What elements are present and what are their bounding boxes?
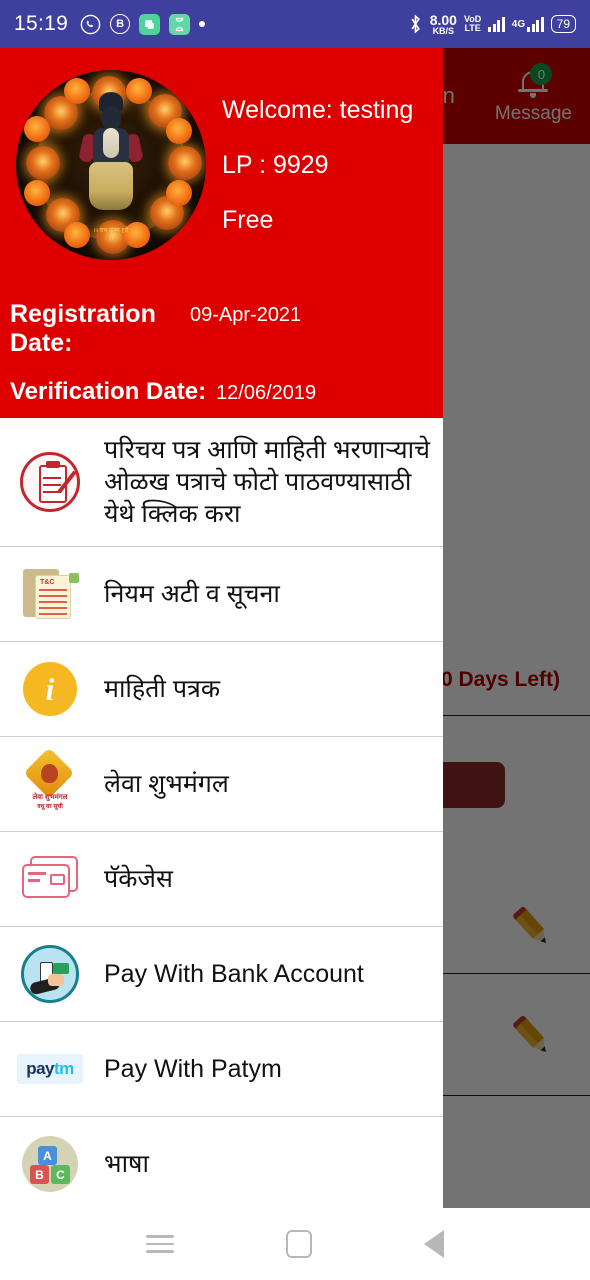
logo-text-2: वधू वर सूची [37, 804, 63, 810]
logo-text-1: लेवा शुभमंगल [32, 794, 68, 801]
credit-card-icon [14, 848, 86, 910]
info-icon-glyph: i [23, 662, 77, 716]
drawer-item-label: Pay With Bank Account [104, 960, 364, 988]
status-bar-notification-icons: B [80, 13, 206, 35]
b-letter: B [116, 18, 125, 30]
dot-icon [199, 21, 206, 27]
volte-icon: VoD LTE [464, 15, 481, 33]
avatar[interactable]: ।। राम कृष्ण हरी ।। [16, 70, 206, 260]
verification-date-row: Verification Date: 12/06/2019 [10, 378, 316, 406]
drawer-item-label: Pay With Patym [104, 1055, 282, 1083]
drawer-item-label: भाषा [104, 1150, 149, 1178]
tc-icon-text: T&C [40, 579, 55, 586]
form-clipboard-icon [14, 451, 86, 513]
status-bar-system-icons: 8.00 KB/S VoD LTE 4G 79 [408, 13, 576, 36]
plan-text: Free [222, 206, 274, 234]
avatar-caption: ।। राम कृष्ण हरी ।। [93, 228, 129, 242]
drawer-item-info-sheet[interactable]: i माहिती पत्रक [0, 642, 443, 737]
verification-value: 12/06/2019 [216, 382, 317, 404]
b-circle-icon: B [110, 14, 131, 34]
deity-figure: ।। राम कृष्ण हरी ।। [78, 92, 144, 242]
info-icon: i [14, 658, 86, 720]
registration-value: 09-Apr-2021 [190, 304, 302, 326]
registration-date-row: Registration Date: 09-Apr-2021 [10, 300, 435, 358]
signal-bars-sim1-icon [488, 16, 505, 32]
paytm-logo-icon: pay tm [14, 1038, 86, 1100]
navigation-drawer: ।। राम कृष्ण हरी ।। Welcome: testing LP … [0, 48, 443, 1208]
lp-text: LP : 9929 [222, 151, 329, 179]
drawer-item-packages[interactable]: पॅकेजेस [0, 832, 443, 927]
drawer-item-pay-bank-account[interactable]: Pay With Bank Account [0, 927, 443, 1022]
mobile-data-icon: 4G [512, 16, 544, 32]
volte-bottom: LTE [464, 23, 481, 33]
drawer-user-info: Welcome: testing LP : 9929 Free [222, 96, 413, 261]
recents-icon[interactable] [146, 1230, 174, 1258]
phone-screen: 15:19 B 8.00 KB/S VoD LTE 4G 79 ।। राम क… [0, 0, 590, 1280]
green-app-icon [139, 13, 161, 35]
paytm-text-1: pay [26, 1059, 54, 1078]
status-bar: 15:19 B 8.00 KB/S VoD LTE 4G 79 [0, 0, 590, 48]
drawer-item-label: माहिती पत्रक [104, 675, 221, 703]
paytm-text-2: tm [54, 1059, 74, 1078]
drawer-item-label: लेवा शुभमंगल [104, 770, 229, 798]
android-nav-bar [0, 1208, 590, 1280]
bank-payment-icon [14, 943, 86, 1005]
drawer-item-terms[interactable]: T&C नियम अटी व सूचना [0, 547, 443, 642]
bluetooth-icon [411, 14, 420, 34]
data-rate-unit: KB/S [432, 25, 455, 36]
drawer-item-label: परिचय पत्र आणि माहिती भरणाऱ्याचे ओळख पत्… [104, 436, 430, 528]
battery-indicator: 79 [550, 15, 576, 33]
block-c: C [51, 1165, 70, 1184]
terms-document-icon: T&C [14, 563, 86, 625]
verification-label: Verification Date: [10, 378, 207, 405]
welcome-text: Welcome: testing [222, 96, 414, 124]
abc-blocks-icon: A B C [14, 1133, 86, 1195]
data-rate-value: 8.00 [429, 11, 457, 28]
leva-shubhmangal-logo-icon: लेवा शुभमंगल वधू वर सूची [14, 747, 86, 815]
drawer-header: ।। राम कृष्ण हरी ।। Welcome: testing LP … [0, 48, 443, 418]
green-app2-icon [169, 13, 191, 35]
back-icon[interactable] [424, 1230, 444, 1258]
home-icon[interactable] [286, 1230, 312, 1258]
registration-label: Registration Date: [10, 300, 156, 357]
drawer-item-leva-shubhmangal[interactable]: लेवा शुभमंगल वधू वर सूची लेवा शुभमंगल [0, 737, 443, 832]
whatsapp-icon [80, 14, 101, 34]
drawer-item-language[interactable]: A B C भाषा [0, 1117, 443, 1208]
drawer-item-identity-photos[interactable]: परिचय पत्र आणि माहिती भरणाऱ्याचे ओळख पत्… [0, 418, 443, 547]
drawer-menu-list: परिचय पत्र आणि माहिती भरणाऱ्याचे ओळख पत्… [0, 418, 443, 1208]
data-rate-indicator: 8.00 KB/S [430, 13, 457, 36]
drawer-item-pay-paytm[interactable]: pay tm Pay With Patym [0, 1022, 443, 1117]
network-type-label: 4G [511, 19, 526, 30]
status-bar-clock: 15:19 [14, 12, 69, 35]
block-b: B [30, 1165, 49, 1184]
drawer-item-label: पॅकेजेस [104, 865, 173, 893]
block-a: A [38, 1146, 57, 1165]
drawer-item-label: नियम अटी व सूचना [104, 580, 280, 608]
